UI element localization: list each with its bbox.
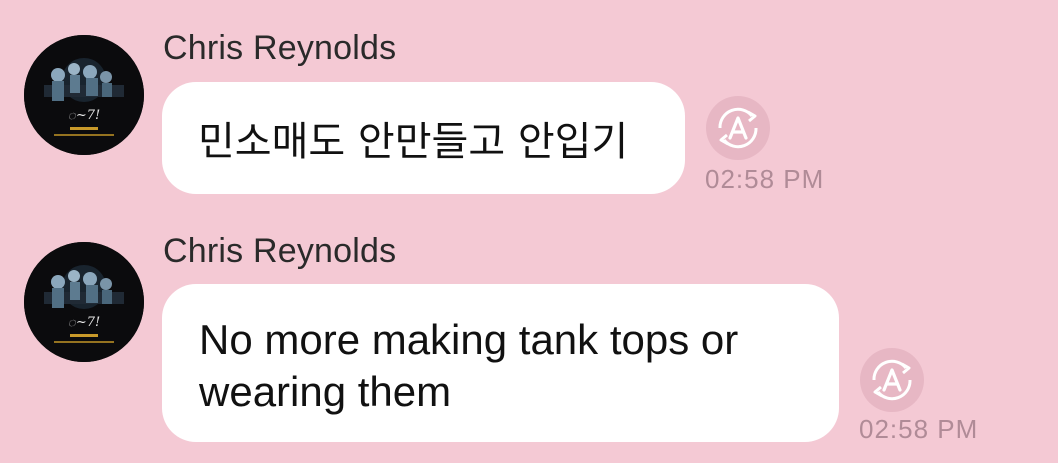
group-photo-avatar-icon: ᜀ~7! — [24, 35, 144, 155]
avatar[interactable]: ᜀ~7! — [24, 35, 144, 155]
translate-icon[interactable] — [705, 95, 771, 161]
avatar[interactable]: ᜀ~7! — [24, 242, 144, 362]
message-text: No more making tank tops or wearing them — [199, 316, 739, 415]
translate-icon[interactable] — [859, 347, 925, 413]
message-row: ᜀ~7! Chris Reynolds No more making tank … — [0, 215, 1058, 463]
group-photo-avatar-icon: ᜀ~7! — [24, 242, 144, 362]
svg-text:ᜀ~7!: ᜀ~7! — [68, 315, 100, 330]
message-text: 민소매도 안만들고 안입기 — [198, 119, 629, 165]
sender-name: Chris Reynolds — [163, 232, 397, 270]
svg-text:ᜀ~7!: ᜀ~7! — [68, 108, 100, 123]
message-bubble[interactable]: 민소매도 안만들고 안입기 — [162, 82, 685, 194]
message-timestamp: 02:58 PM — [859, 414, 979, 444]
message-bubble[interactable]: No more making tank tops or wearing them — [162, 284, 839, 442]
sender-name: Chris Reynolds — [163, 29, 397, 67]
chat-thread: ᜀ~7! Chris Reynolds 민소매도 안만들고 안입기 02:58 … — [0, 0, 1058, 463]
message-row: ᜀ~7! Chris Reynolds 민소매도 안만들고 안입기 02:58 … — [0, 0, 1058, 215]
message-timestamp: 02:58 PM — [705, 164, 825, 194]
